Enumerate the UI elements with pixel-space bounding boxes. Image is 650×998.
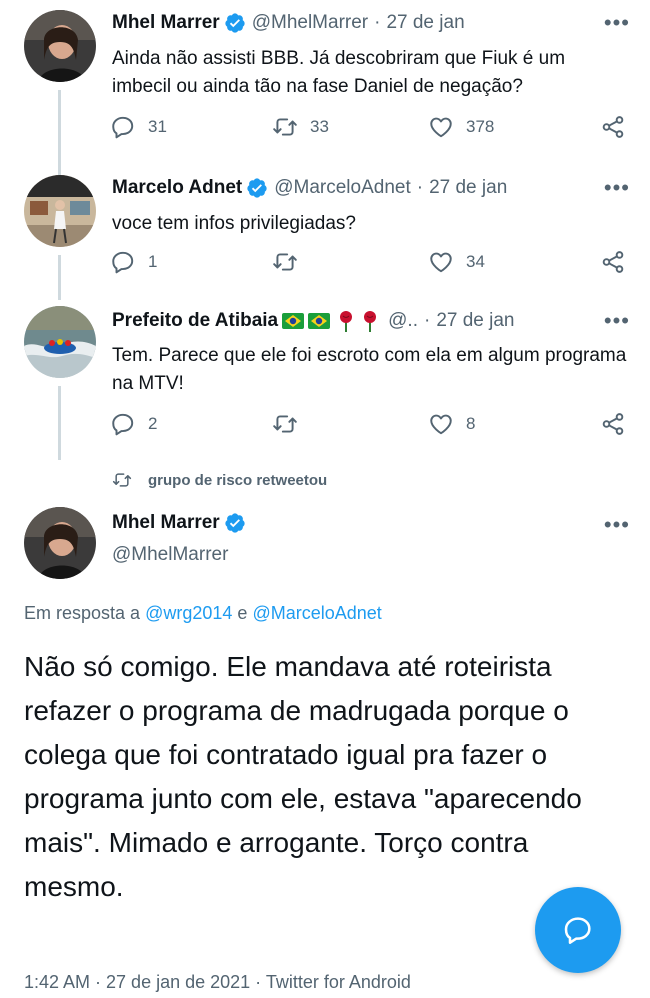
heart-icon	[428, 114, 454, 140]
reply-icon	[110, 114, 136, 140]
tweet-header: Mhel Marrer @MhelMarrer · 27 de jan	[112, 12, 465, 34]
author-handle[interactable]: @MhelMarrer	[252, 12, 368, 34]
brazil-flag-icon	[282, 313, 305, 329]
tweet-actions: 1 34	[110, 249, 630, 277]
main-author-handle[interactable]: @MhelMarrer	[112, 544, 228, 566]
retweet-icon	[272, 114, 298, 140]
author-name[interactable]: Mhel Marrer	[112, 12, 220, 34]
main-avatar[interactable]	[24, 507, 96, 579]
main-author[interactable]: Mhel Marrer	[112, 512, 246, 534]
like-count: 34	[466, 252, 485, 271]
reply-button[interactable]: 31	[110, 114, 167, 140]
rose-icon	[340, 311, 353, 332]
retweeted-by[interactable]: grupo de risco retweetou	[110, 470, 327, 490]
avatar[interactable]	[24, 175, 96, 247]
tweet-text: Ainda não assisti BBB. Já descobriram qu…	[112, 48, 566, 97]
like-button[interactable]: 8	[428, 411, 475, 437]
verified-badge-icon	[224, 512, 246, 534]
reply-count: 31	[148, 117, 167, 136]
tweet-date[interactable]: 27 de jan	[386, 12, 464, 34]
retweet-icon	[110, 470, 134, 490]
tweet-text: voce tem infos privilegiadas?	[112, 213, 356, 234]
retweeted-by-text: grupo de risco retweetou	[148, 471, 328, 489]
retweet-icon	[272, 411, 298, 437]
tweet-actions: 2 8	[110, 411, 630, 439]
tweet-date[interactable]: 27 de jan	[429, 177, 507, 199]
compose-reply-button[interactable]	[535, 887, 621, 973]
like-count: 8	[466, 414, 476, 433]
share-button[interactable]	[600, 114, 638, 140]
reply-user-link[interactable]: @MarceloAdnet	[252, 603, 381, 623]
reply-button[interactable]: 1	[110, 249, 157, 275]
retweet-button[interactable]: 33	[272, 114, 329, 140]
reply-button[interactable]: 2	[110, 411, 157, 437]
thread-line	[58, 255, 61, 300]
author-name[interactable]: Prefeito de Atibaia	[112, 310, 278, 332]
rose-icon	[364, 311, 377, 332]
separator: ·	[416, 177, 424, 198]
share-icon	[600, 249, 626, 275]
separator: ·	[423, 310, 431, 331]
like-button[interactable]: 34	[428, 249, 485, 275]
more-dots-icon[interactable]: •••	[604, 512, 630, 538]
tweet-2[interactable]: Marcelo Adnet @MarceloAdnet · 27 de jan …	[0, 165, 650, 300]
heart-icon	[428, 249, 454, 275]
like-button[interactable]: 378	[428, 114, 494, 140]
compose-reply-icon	[564, 917, 591, 944]
tweet-header: Prefeito de Atibaia @.. · 27 de jan	[112, 310, 515, 332]
reply-icon	[110, 249, 136, 275]
tweet-date[interactable]: 27 de jan	[436, 310, 514, 332]
thread-line	[58, 386, 61, 460]
tweet-timestamp[interactable]: 1:42 AM · 27 de jan de 2021 · Twitter fo…	[24, 972, 411, 993]
reply-count: 1	[148, 252, 158, 271]
verified-badge-icon	[246, 177, 268, 199]
tweet-3[interactable]: Prefeito de Atibaia @.. · 27 de jan ••• …	[0, 300, 650, 460]
avatar[interactable]	[24, 306, 96, 378]
reply-icon	[110, 411, 136, 437]
verified-badge-icon	[224, 12, 246, 34]
like-count: 378	[466, 117, 495, 136]
heart-icon	[428, 411, 454, 437]
replying-to: Em resposta a @wrg2014 e @MarceloAdnet	[24, 603, 382, 624]
share-button[interactable]	[600, 249, 638, 275]
author-name[interactable]: Marcelo Adnet	[112, 177, 242, 199]
reply-user-link[interactable]: @wrg2014	[145, 603, 232, 623]
share-icon	[600, 114, 626, 140]
retweet-button[interactable]	[272, 249, 310, 275]
share-button[interactable]	[600, 411, 638, 437]
more-dots-icon[interactable]: •••	[604, 308, 630, 334]
tweet-header: Marcelo Adnet @MarceloAdnet · 27 de jan	[112, 177, 507, 199]
retweet-button[interactable]	[272, 411, 310, 437]
tweet-1[interactable]: Mhel Marrer @MhelMarrer · 27 de jan ••• …	[0, 0, 650, 180]
more-dots-icon[interactable]: •••	[604, 175, 630, 201]
share-icon	[600, 411, 626, 437]
reply-count: 2	[148, 414, 158, 433]
retweet-icon	[272, 249, 298, 275]
tweet-actions: 31 33 378	[110, 114, 630, 142]
author-handle[interactable]: @..	[388, 310, 418, 332]
separator: ·	[374, 12, 381, 33]
reply-prefix: Em resposta a	[24, 603, 141, 623]
avatar[interactable]	[24, 10, 96, 82]
reply-and: e	[237, 603, 248, 623]
retweet-count: 33	[310, 117, 329, 136]
main-author-name[interactable]: Mhel Marrer	[112, 512, 220, 534]
author-handle[interactable]: @MarceloAdnet	[274, 177, 411, 199]
main-tweet-text: Não só comigo. Ele mandava até roteirist…	[24, 651, 582, 902]
brazil-flag-icon	[308, 313, 331, 329]
more-dots-icon[interactable]: •••	[604, 10, 630, 36]
tweet-text: Tem. Parece que ele foi escroto com ela …	[112, 345, 627, 394]
